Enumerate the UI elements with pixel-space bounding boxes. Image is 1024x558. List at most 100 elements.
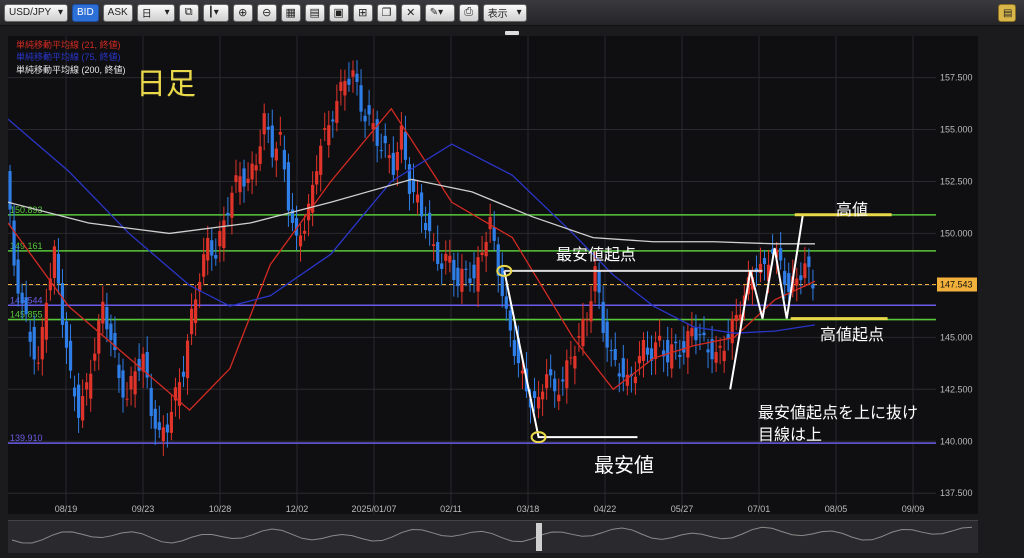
candle-body — [762, 258, 767, 264]
candle-body — [633, 376, 638, 384]
candle-body — [93, 353, 97, 361]
candle-body — [375, 119, 379, 146]
candle-body — [488, 217, 492, 230]
chevron-down-icon: ▾ — [57, 7, 63, 18]
candle-body — [666, 339, 670, 363]
x-tick-label: 07/01 — [748, 504, 771, 514]
copy-icon[interactable]: ❐ — [376, 3, 397, 22]
zoom-out-icon[interactable]: ⊖ — [256, 3, 277, 22]
window-icon[interactable]: ▣ — [328, 3, 349, 22]
period-select[interactable]: 日 ▾ — [136, 3, 175, 22]
indicator-icon[interactable]: ▤ — [304, 3, 325, 22]
candle-body — [549, 369, 553, 376]
candle-body — [686, 331, 690, 358]
candle-body — [270, 125, 274, 158]
candle-body — [500, 267, 504, 297]
symbol-select[interactable]: USD/JPY ▾ — [4, 3, 68, 22]
candle-body — [460, 268, 464, 292]
navigator[interactable] — [8, 520, 978, 553]
panel-grip[interactable] — [505, 31, 519, 35]
candle-body — [218, 231, 222, 247]
candle-body — [246, 178, 250, 183]
candle-body — [694, 327, 698, 341]
y-tick-label: 142.500 — [940, 384, 973, 394]
candle-body — [424, 223, 428, 230]
y-tick-label: 155.000 — [940, 125, 973, 135]
x-tick-label: 10/28 — [209, 504, 232, 514]
chart-area[interactable]: 150.893149.161146.544145.855139.910 137.… — [7, 36, 978, 514]
delete-drawing-icon[interactable]: ✕ — [400, 3, 421, 22]
chart-type-icon[interactable]: ┃▾ — [202, 3, 229, 22]
display-label: 表示 — [487, 9, 508, 20]
candlestick-chart[interactable]: 150.893149.161146.544145.855139.910 137.… — [7, 36, 978, 514]
x-tick-label: 03/18 — [517, 504, 540, 514]
candle-body — [536, 396, 541, 409]
note-view-annotation: 目線は上 — [758, 426, 822, 444]
candle-body — [121, 370, 125, 398]
candle-body — [601, 301, 605, 333]
candle-body — [202, 254, 206, 277]
candle-body — [492, 227, 496, 241]
candle-body — [339, 81, 343, 91]
candle-body — [254, 165, 258, 171]
candle-body — [613, 349, 617, 360]
timeframe-annotation: 日足 — [136, 68, 196, 101]
breakout-zigzag[interactable] — [729, 214, 804, 390]
candle-body — [718, 345, 722, 348]
x-tick-label: 02/11 — [440, 504, 462, 514]
y-tick-label: 150.000 — [940, 228, 973, 238]
candle-body — [787, 273, 791, 293]
candle-body — [674, 341, 678, 344]
candle-body — [153, 408, 157, 429]
candle-body — [569, 357, 573, 359]
candle-body — [484, 241, 488, 257]
candle-body — [72, 387, 77, 397]
candle-body — [343, 80, 347, 96]
candle-body — [250, 163, 254, 180]
candle-body — [40, 326, 44, 360]
candle-body — [32, 326, 36, 360]
navigator-handle[interactable] — [536, 523, 542, 551]
candle-body — [137, 359, 141, 371]
zoom-in-icon[interactable]: ⊕ — [232, 3, 253, 22]
current-price-label: 147.543 — [940, 279, 973, 289]
candle-body — [577, 336, 581, 338]
bid-button[interactable]: BID — [72, 3, 99, 22]
candle-body — [165, 424, 169, 433]
candle-body — [722, 350, 726, 362]
candle-body — [553, 378, 557, 392]
y-tick-label: 145.000 — [940, 332, 973, 342]
candle-body — [81, 396, 85, 421]
candle-body — [690, 328, 694, 337]
candle-body — [68, 340, 73, 371]
candle-body — [274, 148, 278, 161]
candle-body — [161, 427, 165, 442]
candle-body — [16, 259, 20, 294]
add-drawing-icon[interactable]: ⊞ — [352, 3, 373, 22]
lowest-start-annotation: 最安値起点 — [556, 246, 636, 264]
y-tick-label: 157.500 — [940, 73, 973, 83]
screenshot-icon[interactable]: ⎙ — [458, 3, 479, 22]
candle-body — [448, 255, 452, 263]
candle-body — [541, 391, 545, 400]
candle-body — [504, 296, 508, 309]
candle-body — [403, 131, 408, 160]
candle-body — [419, 192, 424, 217]
candle-body — [803, 263, 807, 279]
settings-icon[interactable]: ▤ — [998, 4, 1016, 22]
link-icon[interactable]: ⧉ — [178, 3, 199, 22]
candles — [8, 60, 815, 456]
candle-body — [658, 335, 662, 341]
ask-button[interactable]: ASK — [102, 3, 133, 22]
candle-body — [436, 242, 440, 264]
pen-icon[interactable]: ✎▾ — [424, 3, 455, 22]
display-menu[interactable]: 表示 ▾ — [482, 3, 527, 22]
fit-icon[interactable]: ▦ — [280, 3, 301, 22]
candle-body — [799, 275, 803, 281]
candle-body — [222, 220, 226, 249]
candle-body — [36, 362, 40, 364]
moving-average-sma21 — [7, 107, 816, 411]
candle-body — [605, 321, 609, 348]
legend-sma200: 単純移動平均線 (200, 終値) — [16, 64, 126, 75]
legend-sma75: 単純移動平均線 (75, 終値) — [16, 51, 121, 62]
